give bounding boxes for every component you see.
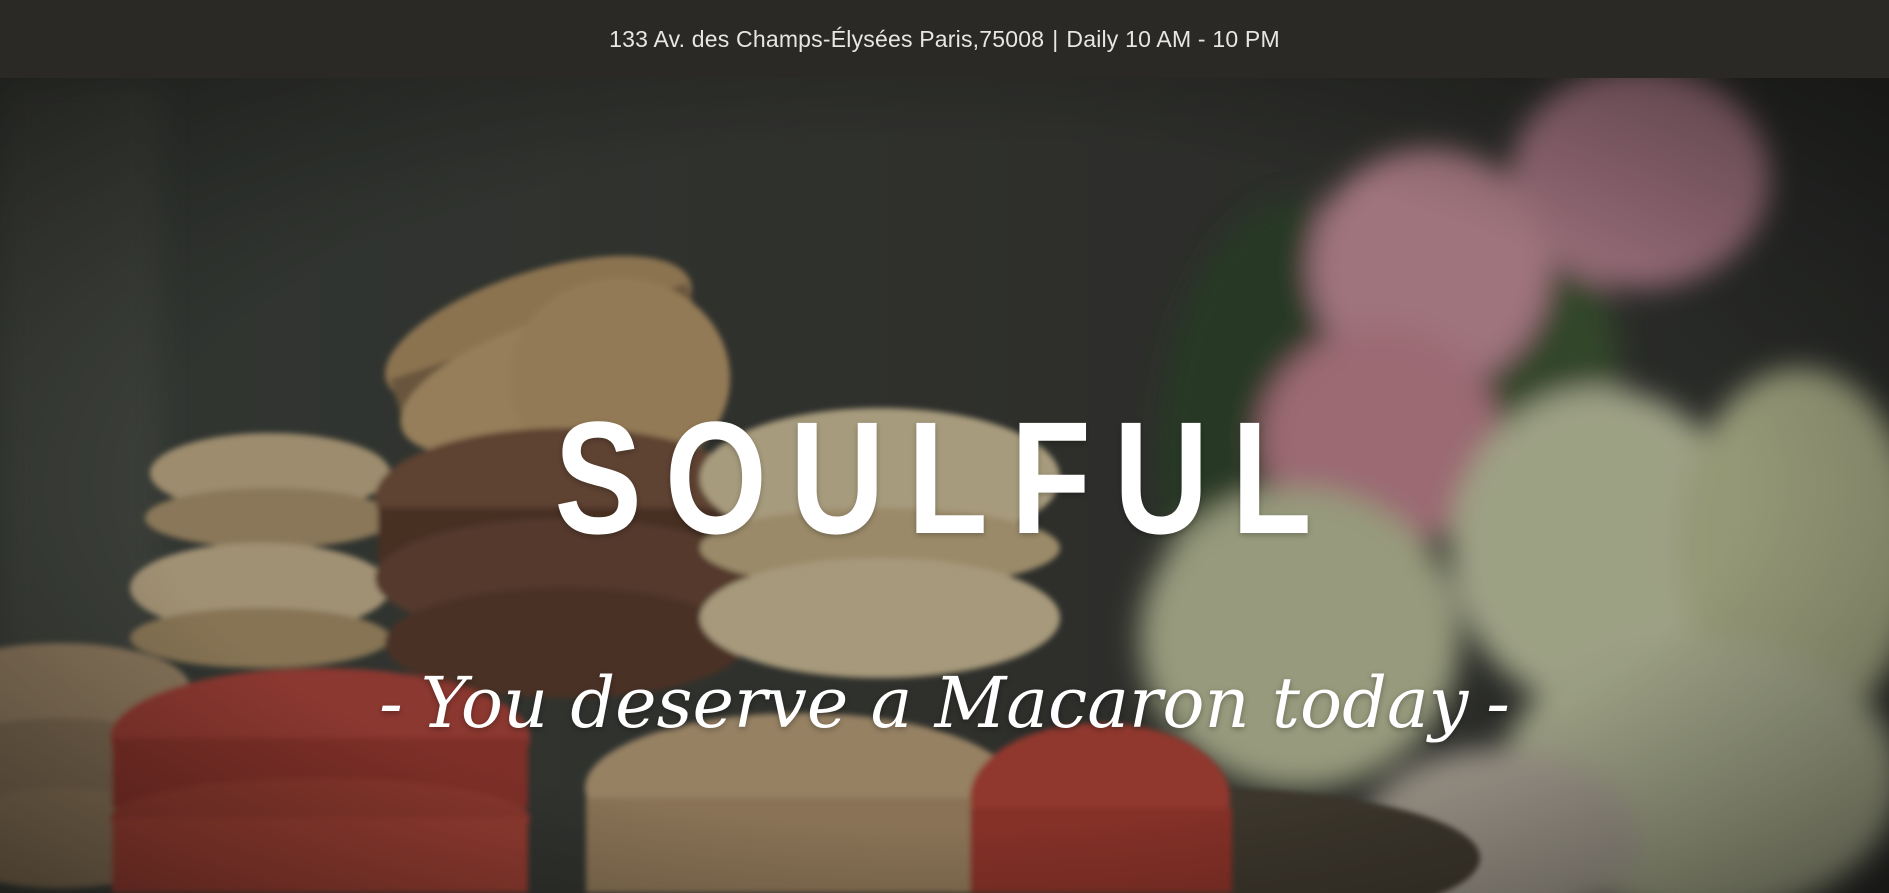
tagline: - You deserve a Macaron today - — [0, 668, 1889, 738]
separator: | — [1052, 25, 1059, 52]
tagline-dash-right: - — [1486, 662, 1510, 744]
hero-section: SOULFUL - You deserve a Macaron today - — [0, 78, 1889, 893]
address-text: 133 Av. des Champs-Élysées Paris,75008 — [609, 25, 1045, 52]
tagline-dash-left: - — [379, 662, 403, 744]
brand-title: SOULFUL — [554, 388, 1335, 567]
hours-text: Daily 10 AM - 10 PM — [1066, 25, 1280, 52]
info-bar: 133 Av. des Champs-Élysées Paris,75008 |… — [0, 0, 1889, 78]
tagline-text: You deserve a Macaron today — [420, 662, 1469, 744]
